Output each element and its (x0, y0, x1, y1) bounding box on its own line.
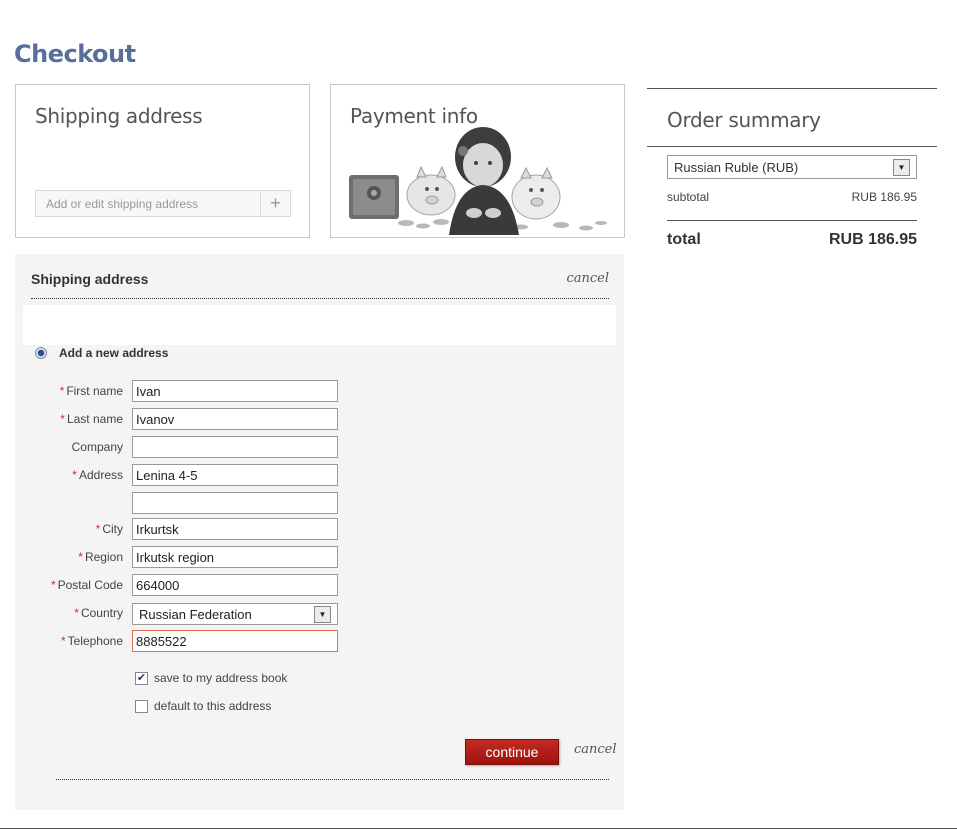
city-label: * City (95, 522, 123, 536)
new-address-label: Add a new address (59, 346, 169, 360)
subtotal-label: subtotal (667, 190, 710, 204)
country-value: Russian Federation (139, 606, 252, 622)
form-title: Shipping address (31, 271, 149, 287)
default-address-label: default to this address (154, 699, 272, 713)
payment-info-card: Payment info (330, 84, 625, 238)
address-input[interactable] (132, 464, 338, 486)
postal-code-label: * Postal Code (50, 578, 123, 592)
telephone-input[interactable] (132, 630, 338, 652)
order-summary-title: Order summary (667, 108, 821, 132)
first-name-input[interactable] (132, 380, 338, 402)
footer-divider (0, 828, 957, 829)
cancel-link-bottom[interactable]: cancel (574, 742, 617, 757)
default-address-option[interactable]: default to this address (135, 699, 271, 713)
new-address-radio[interactable] (35, 347, 47, 359)
payment-card-title: Payment info (350, 104, 478, 128)
company-input[interactable] (132, 436, 338, 458)
chevron-down-icon[interactable]: ▼ (893, 158, 910, 176)
page-title: Checkout (14, 40, 136, 68)
chevron-down-icon[interactable]: ▼ (314, 605, 331, 623)
last-name-label: * Last name (60, 412, 123, 426)
required-mark: * (72, 468, 77, 482)
save-to-address-book-label: save to my address book (154, 671, 288, 685)
subtotal-row: subtotal RUB 186.95 (667, 190, 917, 204)
form-bottom-divider (56, 779, 609, 780)
shipping-address-card: Shipping address Add or edit shipping ad… (15, 84, 310, 238)
required-mark: * (95, 522, 101, 536)
address-line2-input[interactable] (132, 492, 338, 514)
plus-icon[interactable]: + (260, 191, 290, 216)
city-input[interactable] (132, 518, 338, 540)
total-row: total RUB 186.95 (667, 231, 917, 249)
subtotal-value: RUB 186.95 (851, 190, 917, 204)
total-value: RUB 186.95 (828, 231, 917, 248)
continue-button[interactable]: continue (465, 739, 559, 765)
address-label: * Address (72, 468, 123, 482)
required-mark: * (50, 578, 56, 592)
save-to-address-book-checkbox[interactable]: ✔ (135, 671, 148, 685)
required-mark: * (60, 634, 66, 648)
currency-select[interactable]: Russian Ruble (RUB) ▼ (667, 155, 917, 179)
default-address-checkbox[interactable] (135, 699, 148, 713)
total-divider (667, 220, 917, 221)
telephone-label: * Telephone (60, 634, 123, 648)
postal-code-input[interactable] (132, 574, 338, 596)
last-name-input[interactable] (132, 408, 338, 430)
cancel-link-top[interactable]: cancel (566, 271, 609, 286)
new-address-option[interactable]: Add a new address (35, 346, 168, 360)
currency-value: Russian Ruble (RUB) (674, 159, 799, 175)
required-mark: * (60, 412, 65, 426)
required-mark: * (78, 550, 83, 564)
required-mark: * (59, 384, 65, 398)
shipping-form-panel: Shipping address cancel Add a new addres… (15, 254, 624, 810)
form-top-divider (31, 298, 609, 299)
address-picker[interactable]: Add or edit shipping address + (35, 190, 291, 217)
summary-divider (647, 146, 937, 147)
saved-addresses-area (23, 305, 616, 345)
first-name-label: * First name (59, 384, 123, 398)
country-select[interactable]: Russian Federation ▼ (132, 603, 338, 625)
address-picker-placeholder[interactable]: Add or edit shipping address (36, 191, 260, 216)
company-label: Company (71, 440, 123, 454)
total-label: total (667, 231, 701, 248)
country-label: * Country (74, 606, 123, 620)
summary-top-divider (647, 88, 937, 89)
shipping-card-title: Shipping address (35, 104, 203, 128)
save-to-address-book-option[interactable]: ✔ save to my address book (135, 671, 287, 685)
required-mark: * (74, 606, 79, 620)
region-input[interactable] (132, 546, 338, 568)
region-label: * Region (78, 550, 123, 564)
